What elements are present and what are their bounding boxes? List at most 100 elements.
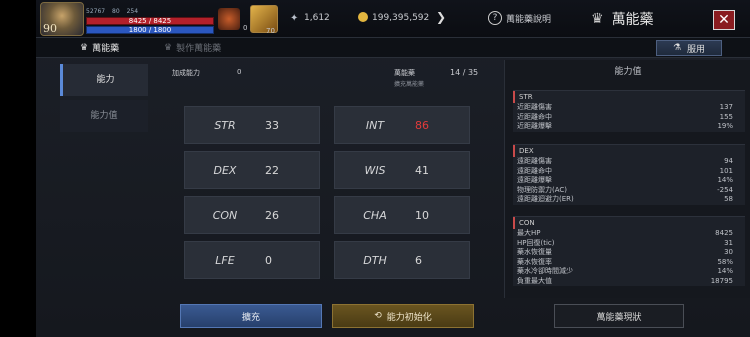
row-label: 藥水恢復量 [517, 248, 552, 256]
row-value: 94 [724, 157, 733, 165]
row-value: 101 [719, 166, 733, 175]
tab-elixir[interactable]: ♛ 萬能藥 [80, 41, 120, 55]
character-level: 90 [43, 22, 57, 35]
list-item: 遠距離傷害 94 [513, 157, 745, 167]
potion-count: 0 [243, 24, 248, 32]
stat-name: DEX [213, 163, 237, 177]
help-button[interactable]: ? 萬能藥說明 [488, 11, 551, 25]
reset-ability-button[interactable]: ⟲ 能力初始化 [332, 304, 474, 328]
stat-box-lfe: LFE 0 [184, 241, 320, 279]
elixir-screen: 90 52767 80 254 8425 / 8425 1800 / 1800 … [36, 0, 750, 337]
row-value: 155 [719, 112, 733, 121]
stat-b: 80 [112, 8, 120, 15]
crown-icon: ♛ [80, 42, 89, 53]
stat-value: 41 [415, 163, 429, 177]
stat-box-wis: WIS 41 [334, 151, 470, 189]
stat-box-dth: DTH 6 [334, 241, 470, 279]
stat-name: LFE [215, 253, 235, 267]
help-label: 萬能藥說明 [506, 14, 552, 25]
sub-tabs: ♛ 萬能藥 ♛ 製作萬能藥 ⚗ 服用 [36, 38, 750, 58]
stat-box-dex: DEX 22 [184, 151, 320, 189]
close-button[interactable]: ✕ [713, 10, 735, 30]
stat-name: CON [212, 208, 238, 222]
use-button-label: 服用 [687, 44, 706, 55]
use-button[interactable]: ⚗ 服用 [656, 40, 722, 56]
stat-name: WIS [364, 163, 386, 177]
stat-value: 0 [265, 253, 272, 267]
row-label: 藥水恢復率 [517, 257, 552, 266]
tab-elixir-label: 萬能藥 [92, 44, 120, 54]
stat-name: DTH [363, 253, 387, 267]
row-label: 遠距離迴避力(ER) [517, 195, 574, 203]
gold-coin-icon [358, 12, 368, 22]
item-count: 70 [266, 27, 275, 35]
row-value: 137 [719, 103, 733, 111]
row-label: 物理防禦力(AC) [517, 185, 568, 194]
row-label: 遠距離爆擊 [517, 176, 552, 184]
expand-button-label: 擴充 [241, 312, 260, 323]
group-con: CON 最大HP 8425 HP回復(tic) 31 藥水恢復量 30 藥水恢復率 58… [513, 216, 745, 286]
stat-a: 52767 [86, 8, 106, 15]
window-title-text: 萬能藥 [611, 12, 654, 28]
potion-icon[interactable] [218, 8, 240, 30]
stat-box-cha: CHA 10 [334, 196, 470, 234]
list-item: 遠距離命中 101 [513, 167, 745, 177]
row-value: 19% [717, 122, 733, 130]
feather-value: 1,612 [304, 13, 330, 23]
list-item: 藥水冷卻時間減少 14% [513, 267, 745, 277]
row-value: 30 [724, 248, 733, 256]
feather-icon: ✦ [290, 13, 299, 24]
list-item: HP回復(tic) 31 [513, 239, 745, 249]
list-item: 藥水恢復率 58% [513, 258, 745, 268]
elixir-label: 萬能藥 [394, 69, 415, 77]
row-label: 最大HP [517, 229, 541, 237]
stat-box-con: CON 26 [184, 196, 320, 234]
chevron-right-icon[interactable]: ❯ [436, 10, 446, 24]
list-item: 近距離爆擊 19% [513, 122, 745, 132]
row-value: 31 [724, 238, 733, 247]
panel-title: 能力值 [614, 67, 642, 77]
reset-button-label: 能力初始化 [386, 312, 432, 323]
ability-values-panel: 能力值 STR 近距離傷害 137 近距離命中 155 近距離爆擊 19% DEX 遠… [504, 60, 750, 298]
refresh-icon: ⟲ [374, 311, 382, 321]
list-item: 物理防禦力(AC) -254 [513, 186, 745, 196]
gold-value: 199,395,592 [372, 13, 430, 23]
stat-name: CHA [363, 208, 387, 222]
group-title: DEX [513, 145, 745, 157]
row-value: -254 [717, 185, 733, 194]
elixir-count: 14 / 35 [450, 68, 479, 77]
mini-stats: 52767 80 254 [86, 8, 143, 15]
flask-icon: ⚗ [672, 43, 682, 53]
elixir-status-button[interactable]: 萬能藥現狀 [554, 304, 684, 328]
stat-box-str: STR 33 [184, 106, 320, 144]
list-item: 遠距離爆擊 14% [513, 176, 745, 186]
row-value: 14% [717, 267, 733, 275]
list-item: 藥水恢復量 30 [513, 248, 745, 258]
hp-text: 8425 / 8425 [128, 17, 172, 25]
stat-name: INT [365, 118, 385, 132]
row-label: HP回復(tic) [517, 238, 555, 247]
status-button-label: 萬能藥現狀 [596, 312, 642, 323]
stat-value: 22 [265, 163, 279, 177]
expand-button[interactable]: 擴充 [180, 304, 322, 328]
crown-icon: ♛ [164, 42, 173, 53]
group-str: STR 近距離傷害 137 近距離命中 155 近距離爆擊 19% [513, 90, 745, 132]
added-ability-value: 0 [237, 68, 242, 76]
stat-value: 10 [415, 208, 429, 222]
hp-bar: 8425 / 8425 [86, 17, 214, 25]
row-label: 遠距離命中 [517, 166, 552, 175]
stat-c: 254 [126, 8, 139, 15]
left-tab-ability[interactable]: 能力 [60, 64, 148, 96]
mp-bar: 1800 / 1800 [86, 26, 214, 34]
left-tab-ability-values[interactable]: 能力值 [60, 100, 148, 132]
stat-value: 26 [265, 208, 279, 222]
list-item: 最大HP 8425 [513, 229, 745, 239]
row-label: 近距離爆擊 [517, 122, 552, 130]
list-item: 遠距離迴避力(ER) 58 [513, 195, 745, 205]
row-value: 18795 [710, 276, 733, 285]
help-icon: ? [488, 11, 502, 25]
elixir-expand-note: 擴充萬能藥 [394, 81, 425, 88]
crown-icon: ♛ [591, 11, 604, 27]
row-label: 近距離命中 [517, 112, 552, 121]
tab-craft-elixir[interactable]: ♛ 製作萬能藥 [164, 41, 221, 55]
